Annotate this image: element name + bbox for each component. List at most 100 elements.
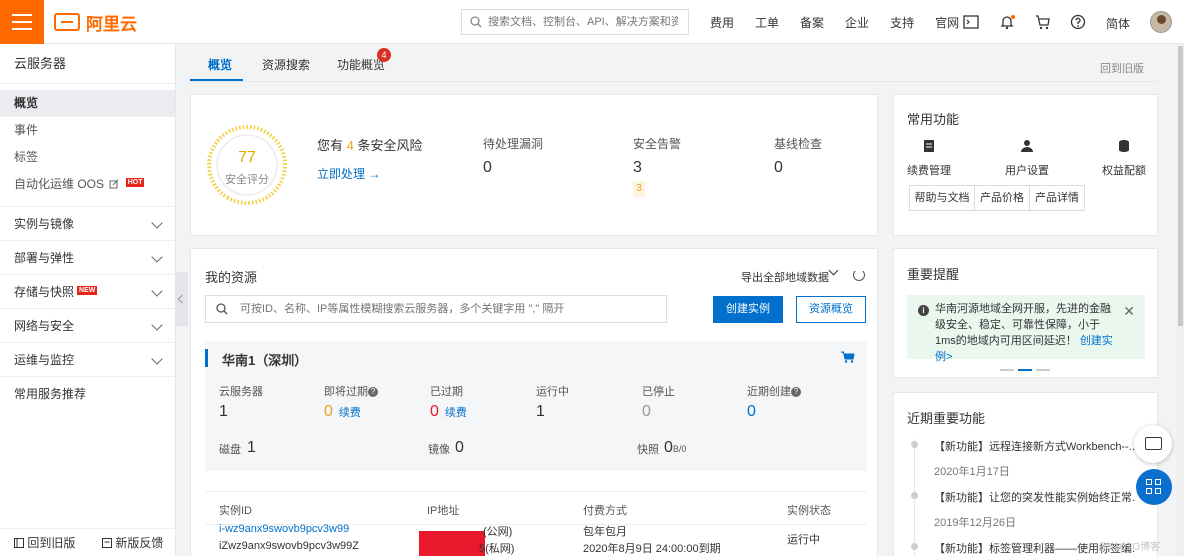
- user-settings[interactable]: 用户设置: [1005, 139, 1049, 178]
- user-avatar[interactable]: [1150, 11, 1172, 33]
- quota-management[interactable]: 权益配额: [1102, 139, 1146, 178]
- sidebar-collapse-handle[interactable]: [176, 272, 188, 326]
- sidebar-group-instances[interactable]: 实例与镜像: [0, 206, 175, 240]
- global-search[interactable]: [461, 9, 689, 35]
- brand-logo[interactable]: 阿里云: [54, 11, 137, 34]
- sidebar-item-overview[interactable]: 概览: [0, 90, 175, 117]
- image-label: 镜像: [428, 444, 450, 456]
- carousel-dot[interactable]: [1036, 369, 1050, 371]
- resource-overview-button[interactable]: 资源概览: [796, 296, 866, 323]
- stat-label-recent-text: 近期创建: [747, 386, 791, 398]
- close-icon[interactable]: ✕: [1123, 303, 1135, 320]
- sidebar-item-tags[interactable]: 标签: [0, 144, 175, 171]
- region-name[interactable]: 华南1（深圳）: [222, 350, 307, 369]
- user-icon: [1021, 140, 1033, 152]
- handle-now-link[interactable]: 立即处理 →: [317, 165, 380, 182]
- terminal-icon[interactable]: [963, 14, 979, 30]
- nav-support[interactable]: 支持: [890, 14, 914, 31]
- stat-value-baseline[interactable]: 0: [774, 159, 783, 177]
- nav-enterprise[interactable]: 企业: [845, 14, 869, 31]
- sidebar-item-oos[interactable]: 自动化运维 OOS HOT: [0, 171, 175, 198]
- quota-management-label: 权益配额: [1102, 165, 1146, 177]
- chat-icon[interactable]: [1134, 425, 1172, 463]
- carousel-indicator: [1000, 369, 1050, 371]
- feedback-label: 新版反馈: [115, 536, 164, 550]
- stat-label-running: 运行中: [536, 386, 569, 398]
- feedback-button[interactable]: 新版反馈: [88, 534, 176, 551]
- sidebar-group-storage[interactable]: 存储与快照 NEW: [0, 274, 175, 308]
- stat-value-running[interactable]: 1: [536, 403, 545, 421]
- nav-website[interactable]: 官网: [935, 14, 959, 31]
- renewal-management[interactable]: 续费管理: [907, 139, 951, 178]
- nav-icp[interactable]: 备案: [800, 14, 824, 31]
- carousel-dot[interactable]: [1000, 369, 1014, 371]
- stat-value-expired-num[interactable]: 0: [430, 403, 439, 420]
- menu-icon[interactable]: [0, 0, 44, 44]
- cart-icon[interactable]: [1035, 14, 1051, 30]
- disk-value[interactable]: 1: [247, 439, 256, 457]
- bell-icon[interactable]: [999, 14, 1015, 30]
- chevron-down-icon: [151, 217, 163, 229]
- new-badge: NEW: [77, 286, 98, 295]
- stat-value-stopped[interactable]: 0: [642, 403, 651, 421]
- help-icon[interactable]: ?: [791, 387, 801, 397]
- tab-resource-search[interactable]: 资源搜索: [262, 56, 310, 73]
- sidebar-item-recommend[interactable]: 常用服务推荐: [0, 376, 175, 410]
- ip-public: (公网): [483, 526, 513, 538]
- announcement-box: i 华南河源地域全网开服，先进的金融级安全、稳定、可靠性保障，小于1ms的地域内…: [907, 295, 1145, 363]
- snapshot-unit: B/0: [672, 444, 687, 454]
- sidebar-group-monitoring[interactable]: 运维与监控: [0, 342, 175, 376]
- stat-label-baseline: 基线检查: [774, 137, 823, 151]
- stat-value-recent[interactable]: 0: [747, 403, 756, 421]
- sidebar: 云服务器 概览 事件 标签 自动化运维 OOS HOT 实例与镜像 部署与弹性 …: [0, 44, 176, 556]
- alert-count-badge: 3: [633, 181, 645, 197]
- tab-overview[interactable]: 概览: [208, 56, 232, 73]
- sidebar-group-network[interactable]: 网络与安全: [0, 308, 175, 342]
- renew-link[interactable]: 续费: [445, 407, 467, 419]
- help-icon[interactable]: [1070, 14, 1086, 30]
- billing-type: 包年包月: [583, 526, 627, 538]
- product-price-button[interactable]: 产品价格: [974, 185, 1030, 211]
- help-docs-button[interactable]: 帮助与文档: [909, 185, 975, 211]
- image-value[interactable]: 0: [455, 439, 464, 457]
- export-all-regions[interactable]: 导出全部地域数据: [741, 269, 829, 285]
- stat-label-vulns: 待处理漏洞: [483, 137, 544, 151]
- refresh-icon[interactable]: [853, 269, 865, 281]
- back-to-old-button[interactable]: 回到旧版: [0, 534, 88, 551]
- nav-tickets[interactable]: 工单: [755, 14, 779, 31]
- nav-billing[interactable]: 费用: [710, 14, 734, 31]
- carousel-dot-active[interactable]: [1018, 369, 1032, 371]
- scrollbar-thumb[interactable]: [1178, 46, 1183, 326]
- stat-value-expiring-num[interactable]: 0: [324, 403, 333, 420]
- stat-value-alerts[interactable]: 3: [633, 159, 642, 177]
- stat-value-vulns[interactable]: 0: [483, 159, 492, 177]
- resource-search-input[interactable]: [240, 303, 660, 315]
- stat-value-ecs[interactable]: 1: [219, 403, 228, 421]
- col-billing: 付费方式: [583, 505, 627, 517]
- sidebar-item-events[interactable]: 事件: [0, 117, 175, 144]
- product-detail-button[interactable]: 产品详情: [1029, 185, 1085, 211]
- database-icon: [1119, 140, 1129, 152]
- sidebar-group-label: 实例与镜像: [14, 217, 75, 231]
- stat-label-alerts: 安全告警: [633, 137, 682, 151]
- snapshot-value[interactable]: 0B/0: [664, 439, 686, 457]
- resource-search[interactable]: [205, 295, 667, 323]
- create-instance-button[interactable]: 创建实例: [713, 296, 783, 323]
- global-search-input[interactable]: [488, 16, 678, 28]
- stat-label-expiring: 即将过期?: [324, 383, 378, 399]
- risk-prefix: 您有: [317, 138, 344, 153]
- chevron-down-icon[interactable]: [828, 265, 839, 276]
- instance-id-link[interactable]: i-wz9anx9swovb9pcv3w99: [219, 523, 349, 535]
- renew-link[interactable]: 续费: [339, 407, 361, 419]
- top-nav: 费用 工单 备案 企业 支持 官网: [710, 0, 980, 44]
- feature-item-2[interactable]: 【新功能】让您的突发性能实例始终正常...: [934, 489, 1134, 505]
- help-icon[interactable]: ?: [368, 387, 378, 397]
- apps-icon[interactable]: [1136, 469, 1172, 505]
- chevron-down-icon: [151, 353, 163, 365]
- tab-feature-overview[interactable]: 功能概览 4: [337, 48, 391, 73]
- feature-item-1[interactable]: 【新功能】远程连接新方式Workbench--...: [934, 438, 1134, 454]
- cart-icon[interactable]: [841, 351, 855, 363]
- sidebar-group-deployment[interactable]: 部署与弹性: [0, 240, 175, 274]
- back-to-old-link[interactable]: 回到旧版: [1100, 60, 1144, 76]
- language-switch[interactable]: 简体: [1106, 15, 1130, 32]
